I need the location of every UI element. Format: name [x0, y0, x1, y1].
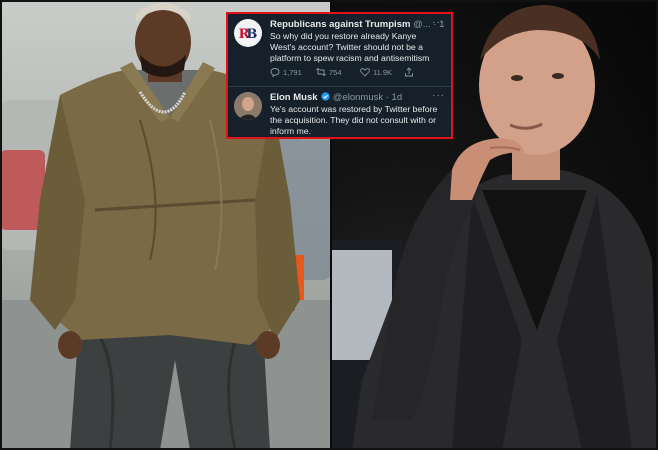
tweet-republicans-against-trumpism[interactable]: RB Republicans against Trumpism @... · 1… [228, 14, 451, 84]
avatar-letter-b: B [246, 27, 257, 42]
tweet2-header: Elon Musk @elonmusk · 1d [270, 92, 445, 103]
tweet-thread-card: RB Republicans against Trumpism @... · 1… [226, 12, 453, 139]
reply-count: 1,791 [283, 67, 302, 77]
tweet1-text: So why did you restore already Kanye Wes… [270, 31, 430, 63]
like-count: 11.9K [373, 67, 393, 77]
share-button[interactable] [404, 67, 414, 77]
share-icon [405, 67, 413, 77]
retweet-button[interactable]: 754 [316, 67, 342, 77]
avatar-rat[interactable]: RB [234, 19, 262, 47]
tweet-elon-musk[interactable]: Elon Musk @elonmusk · 1d ··· Ye's accoun… [228, 87, 451, 137]
tweet2-handle[interactable]: @elonmusk [333, 92, 383, 103]
heart-icon [360, 68, 370, 77]
retweet-icon [316, 67, 326, 77]
like-button[interactable]: 11.9K [360, 67, 392, 77]
reply-icon [270, 68, 280, 77]
tweet2-author-name[interactable]: Elon Musk [270, 92, 318, 103]
tweet1-handle[interactable]: @... [413, 19, 431, 30]
tweet2-time[interactable]: · 1d [386, 92, 402, 103]
reply-button[interactable]: 1,791 [270, 67, 302, 77]
tweet1-more-button[interactable]: ··· [432, 17, 445, 28]
tweet2-text: Ye's account was restored by Twitter bef… [270, 104, 438, 136]
avatar-elonmusk[interactable] [234, 92, 262, 120]
tweet1-author-name[interactable]: Republicans against Trumpism [270, 19, 410, 30]
tweet2-more-button[interactable]: ··· [432, 90, 445, 101]
tweet1-actions: 1,791 754 11.9K [270, 67, 445, 79]
retweet-count: 754 [329, 67, 342, 77]
verified-badge-icon [321, 92, 330, 101]
svg-text:RB: RB [239, 27, 258, 42]
tweet1-header: Republicans against Trumpism @... · 1d [270, 19, 445, 30]
